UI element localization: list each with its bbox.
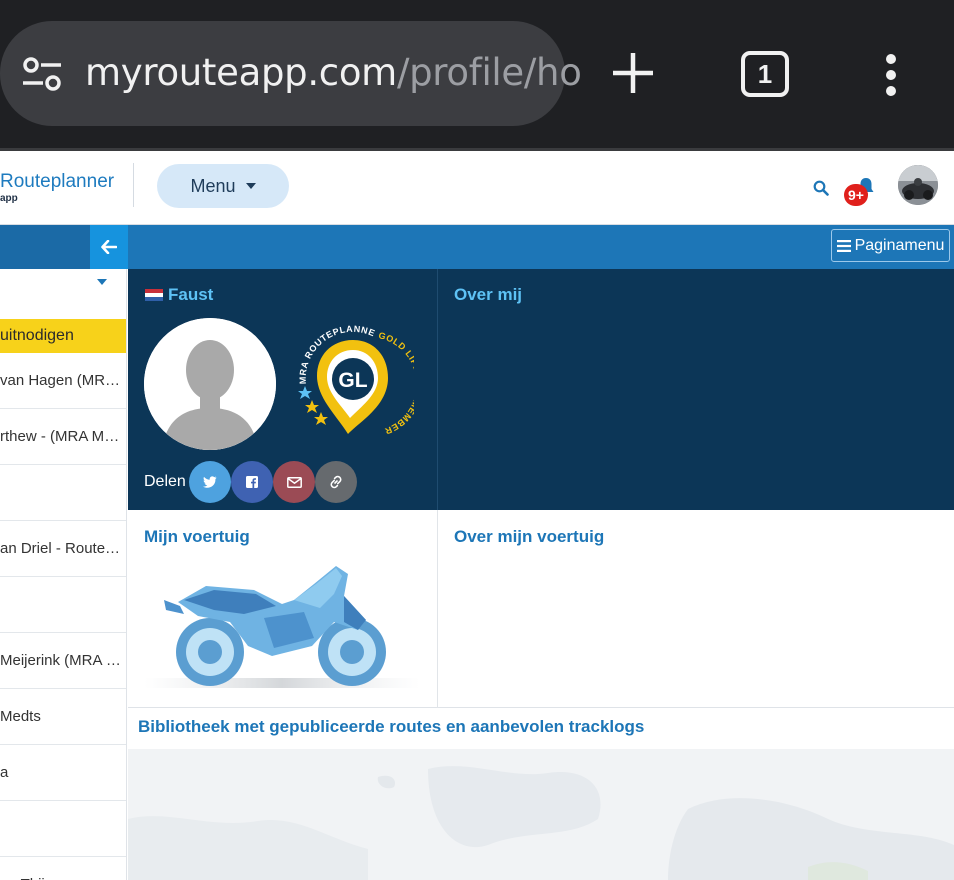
netherlands-flag-icon xyxy=(145,289,163,301)
tabs-icon[interactable]: 1 xyxy=(741,51,789,97)
url-host: myrouteapp.com xyxy=(85,51,397,94)
url-path: /profile/ho xyxy=(396,51,582,94)
brand-logo[interactable]: Routeplanner app xyxy=(0,171,115,204)
hamburger-icon xyxy=(836,239,851,252)
sidebar-member-item[interactable]: an Thijs xyxy=(0,857,126,880)
share-twitter-button[interactable] xyxy=(189,461,231,503)
library-heading: Bibliotheek met gepubliceerde routes en … xyxy=(138,717,645,736)
search-icon[interactable] xyxy=(813,180,829,196)
chevron-down-icon xyxy=(97,279,107,285)
share-label: Delen xyxy=(144,473,186,490)
sidebar-filter-dropdown[interactable] xyxy=(0,269,126,319)
plus-icon[interactable] xyxy=(610,50,656,96)
sidebar-member-item[interactable] xyxy=(0,801,126,857)
kebab-menu-icon[interactable] xyxy=(883,53,899,97)
gold-lifetime-badge: MRA ROUTEPLANNER GOLD LIFETIME MEMBER GL xyxy=(292,320,414,436)
tab-count: 1 xyxy=(757,59,773,89)
profile-column-divider xyxy=(437,269,438,510)
facebook-icon xyxy=(246,476,258,488)
user-avatar[interactable] xyxy=(898,165,938,205)
browser-chrome: myrouteapp.com/profile/ho 1 xyxy=(0,0,954,148)
sidebar-member-item[interactable]: Meijerink (MRA Master) xyxy=(0,633,126,689)
profile-avatar xyxy=(144,318,276,450)
arrow-left-icon xyxy=(101,240,117,254)
about-vehicle-heading: Over mijn voertuig xyxy=(454,527,605,546)
sidebar-member-item[interactable]: Medts xyxy=(0,689,126,745)
sidebar-member-item[interactable]: a xyxy=(0,745,126,801)
brand-name: Routeplanner xyxy=(0,171,115,192)
sidebar-member-item[interactable] xyxy=(0,577,126,633)
sidebar-member-item[interactable]: an Driel - Routeplanner xyxy=(0,521,126,577)
address-bar[interactable]: myrouteapp.com/profile/ho xyxy=(0,21,582,126)
share-email-button[interactable] xyxy=(273,461,315,503)
members-sidebar: uitnodigen van Hagen (MRA Routeplanner) … xyxy=(0,269,127,880)
url-text[interactable]: myrouteapp.com/profile/ho xyxy=(85,51,582,94)
default-avatar-icon xyxy=(144,318,276,450)
about-me-heading: Over mij xyxy=(454,285,523,304)
menu-label: Menu xyxy=(190,175,236,196)
motorcycle-image xyxy=(144,566,420,688)
menu-button[interactable]: Menu xyxy=(157,164,289,208)
chevron-down-icon xyxy=(245,183,256,189)
header-divider xyxy=(133,163,134,207)
routes-map[interactable] xyxy=(128,749,954,880)
invite-button[interactable]: uitnodigen xyxy=(0,319,126,353)
sidebar-member-item[interactable] xyxy=(0,465,126,521)
profile-name: Faust xyxy=(168,285,214,304)
share-link-button[interactable] xyxy=(315,461,357,503)
email-icon xyxy=(286,476,302,488)
collapse-sidebar-button[interactable] xyxy=(90,225,128,269)
tune-icon[interactable] xyxy=(22,56,62,92)
sidebar-member-item[interactable]: van Hagen (MRA Routeplanner) xyxy=(0,353,126,409)
avatar-photo xyxy=(898,165,938,205)
badge-initials: GL xyxy=(338,369,367,392)
site-header: Routeplanner app Menu 9+ xyxy=(0,151,954,225)
page-toolbar: Paginamenu xyxy=(0,225,954,269)
link-icon xyxy=(330,475,342,489)
brand-sub: app xyxy=(0,193,18,204)
vehicle-column-divider xyxy=(437,510,438,708)
share-facebook-button[interactable] xyxy=(231,461,273,503)
sidebar-toolbar xyxy=(0,225,90,269)
my-vehicle-heading: Mijn voertuig xyxy=(144,527,250,546)
page-menu-button[interactable]: Paginamenu xyxy=(831,229,950,262)
page-menu-label: Paginamenu xyxy=(854,236,945,254)
twitter-icon xyxy=(203,476,217,488)
notification-badge[interactable]: 9+ xyxy=(844,184,868,206)
sidebar-member-item[interactable]: rthew - (MRA Master) xyxy=(0,409,126,465)
map-tiles xyxy=(128,749,954,880)
